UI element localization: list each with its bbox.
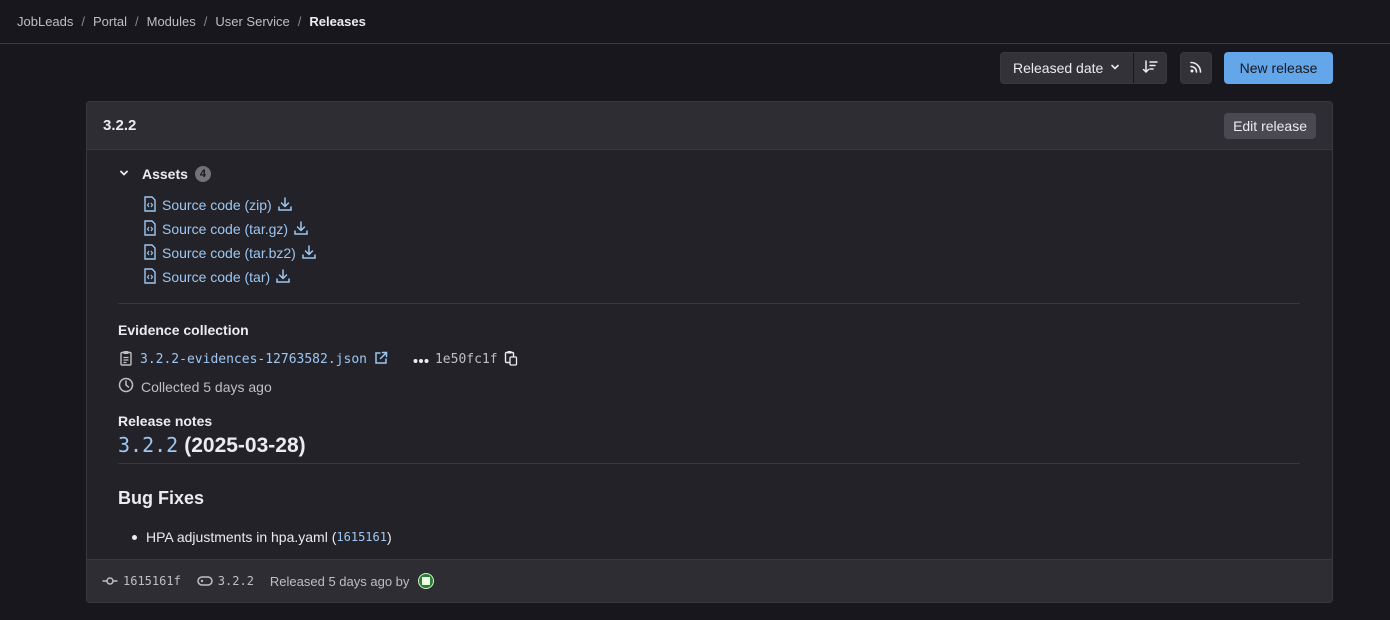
release-card: 3.2.2 Edit release Assets 4 Source code …: [86, 101, 1333, 603]
clock-icon: [118, 377, 134, 396]
footer-commit: 1615161f: [102, 574, 181, 589]
assets-count-badge: 4: [194, 166, 211, 182]
footer-released: Released 5 days ago by: [269, 573, 435, 589]
asset-link-zip[interactable]: Source code (zip): [162, 197, 272, 213]
version-link[interactable]: 3.2.2: [118, 433, 178, 457]
breadcrumb-item-releases: Releases: [309, 13, 366, 29]
evidence-title: Evidence collection: [118, 322, 249, 338]
list-item: Source code (tar): [143, 265, 317, 289]
asset-list: Source code (zip) Source code (tar.gz) S…: [143, 193, 317, 289]
download-icon[interactable]: [301, 244, 317, 263]
sort-dropdown[interactable]: Released date: [1001, 53, 1135, 83]
rss-icon: [1189, 60, 1203, 77]
release-title[interactable]: 3.2.2: [103, 117, 136, 134]
download-icon[interactable]: [275, 268, 291, 287]
avatar[interactable]: [418, 573, 435, 589]
breadcrumb-item-portal[interactable]: Portal: [93, 14, 127, 29]
evidence-sha: 1e50fc1f: [434, 351, 498, 367]
ellipsis-icon: [413, 351, 429, 367]
doc-code-icon: [143, 195, 157, 215]
bullet-close: ): [386, 529, 392, 545]
rss-button[interactable]: [1180, 52, 1212, 84]
bullet-text: HPA adjustments in hpa.yaml (: [146, 529, 337, 545]
released-text: Released 5 days ago by: [269, 573, 410, 589]
breadcrumb-separator: /: [81, 13, 86, 29]
sort-direction-button[interactable]: [1134, 53, 1166, 83]
doc-code-icon: [143, 219, 157, 239]
sort-control: Released date: [1000, 52, 1168, 84]
external-link-icon[interactable]: [373, 350, 389, 369]
list-item: Source code (zip): [143, 193, 317, 217]
footer-tag: 3.2.2: [197, 574, 254, 589]
new-release-button[interactable]: New release: [1224, 52, 1333, 84]
list-item: HPA adjustments in hpa.yaml ( 1615161 ): [132, 529, 392, 545]
sort-dropdown-label: Released date: [1013, 60, 1104, 76]
breadcrumb-item-jobleads[interactable]: JobLeads: [17, 14, 73, 29]
copy-icon[interactable]: [504, 350, 518, 369]
breadcrumb-separator: /: [134, 13, 139, 29]
doc-code-icon: [143, 243, 157, 263]
chevron-down-icon: [1109, 60, 1121, 76]
list-item: Source code (tar.bz2): [143, 241, 317, 265]
breadcrumb: JobLeads / Portal / Modules / User Servi…: [17, 13, 366, 29]
header-divider: [0, 43, 1390, 44]
doc-code-icon: [143, 267, 157, 287]
evidence-collected: Collected 5 days ago: [118, 377, 272, 396]
download-icon[interactable]: [277, 196, 293, 215]
asset-link-tar-gz[interactable]: Source code (tar.gz): [162, 221, 288, 237]
bullet-dot: [132, 534, 137, 540]
commit-link[interactable]: 1615161: [336, 530, 387, 544]
asset-link-tar-bz2[interactable]: Source code (tar.bz2): [162, 245, 296, 261]
release-header: 3.2.2 Edit release: [87, 102, 1332, 150]
tag-icon: [197, 574, 213, 589]
chevron-down-icon: [118, 166, 130, 182]
notes-divider: [118, 463, 1300, 464]
list-item: Source code (tar.gz): [143, 217, 317, 241]
clipboard-icon: [118, 350, 134, 369]
section-divider: [118, 303, 1300, 304]
sort-descending-icon: [1142, 59, 1159, 78]
release-notes-heading: 3.2.2 (2025-03-28): [118, 433, 306, 458]
assets-toggle[interactable]: Assets 4: [118, 166, 211, 182]
release-notes-title: Release notes: [118, 413, 213, 429]
release-date: (2025-03-28): [184, 434, 306, 457]
breadcrumb-separator: /: [203, 13, 208, 29]
release-footer: 1615161f 3.2.2 Released 5 days ago by: [87, 559, 1332, 602]
collected-text: Collected 5 days ago: [141, 378, 272, 395]
commit-icon: [102, 574, 118, 589]
asset-link-tar[interactable]: Source code (tar): [162, 269, 270, 285]
breadcrumb-separator: /: [297, 13, 302, 29]
evidence-row: 3.2.2-evidences-12763582.json 1e50fc1f: [118, 349, 518, 369]
breadcrumb-item-user-service[interactable]: User Service: [215, 14, 289, 29]
assets-label: Assets: [142, 166, 188, 182]
edit-release-button[interactable]: Edit release: [1224, 112, 1316, 139]
breadcrumb-item-modules[interactable]: Modules: [147, 14, 196, 29]
footer-commit-link[interactable]: 1615161f: [123, 574, 181, 588]
download-icon[interactable]: [293, 220, 309, 239]
footer-tag-link[interactable]: 3.2.2: [218, 574, 254, 588]
bug-fixes-heading: Bug Fixes: [118, 488, 205, 508]
evidence-file-link[interactable]: 3.2.2-evidences-12763582.json: [140, 352, 367, 367]
